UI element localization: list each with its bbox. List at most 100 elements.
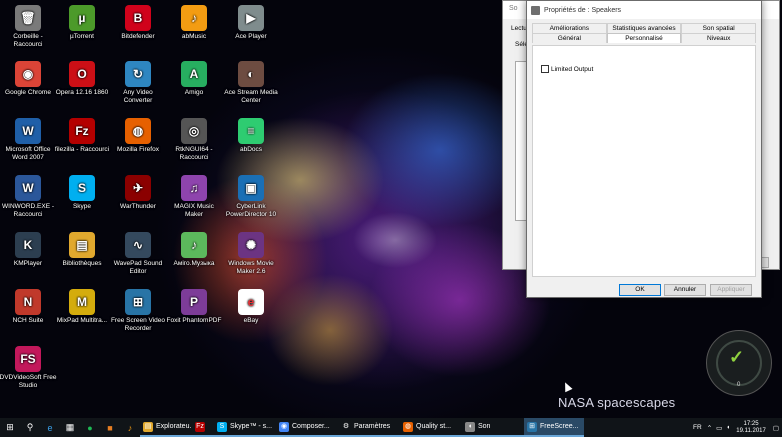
desktop-icon-label: abMusic [181,33,207,40]
desktop-icon[interactable]: ◍ Mozilla Firefox [109,118,167,154]
desktop-icon[interactable]: K KMPlayer [0,232,57,268]
desktop-icon[interactable]: ♪ abMusic [165,5,223,41]
clock-date: 19.11.2017 [736,427,766,434]
dialog-title-bar[interactable]: Propriétés de : Speakers [527,1,761,19]
desktop-icon[interactable]: P Foxit PhantomPDF [165,289,223,325]
taskbar-app-label: Quality st... [416,423,452,430]
desktop-icon[interactable]: ◐ Ace Stream Media Center [222,61,280,105]
desktop-icon[interactable]: ▣ CyberLink PowerDirector 10 [222,175,280,219]
desktop-icon-label: Ace Player [235,33,267,40]
tab-niveaux[interactable]: Niveaux [681,33,757,43]
volume-icon[interactable]: ◖ [724,424,732,431]
desktop-icon-label: Amigo [184,89,204,96]
desktop-icon[interactable]: O Opera 12.16 1860 [53,61,111,97]
desktop-icon[interactable]: ▤ Bibliothèques [53,232,111,268]
desktop-icon-label: Windows Movie Maker 2.6 [228,260,274,275]
desktop-icon[interactable]: N NCH Suite [0,289,57,325]
widget-count: 0 [737,382,741,388]
app-icon: ↻ [125,61,151,87]
desktop-icon[interactable]: M MixPad Multitra... [53,289,111,325]
taskbar-app-label: FreeScree... [540,423,579,430]
limited-output-option[interactable]: Limited Output [541,65,593,73]
app-icon: W [15,175,41,201]
edge-icon: e [47,422,53,433]
desktop-icon[interactable]: ◉ Google Chrome [0,61,57,97]
cancel-button[interactable]: Annuler [664,284,706,296]
desktop-icon-label: Google Chrome [5,89,51,96]
desktop-icon[interactable]: ◎ RtkNGUI64 - Raccourci [165,118,223,162]
desktop-icon[interactable]: ✺ Windows Movie Maker 2.6 [222,232,280,276]
desktop-icon[interactable]: B Bitdefender [109,5,167,41]
desktop-icon[interactable]: ✈ WarThunder [109,175,167,211]
search-button[interactable]: ⚲ [20,418,40,437]
taskbar-app-label: Explorateu... [156,423,192,430]
tab-row-bottom: Général Personnalisé Niveaux [532,33,757,43]
taskbar-app-button[interactable]: ▤ Explorateu... [140,418,192,437]
start-button[interactable]: ⊞ [0,418,20,437]
desktop-icon[interactable]: ⊞ Free Screen Video Recorder [109,289,167,333]
app-icon: Fz [195,421,205,432]
tab-statistiques-avancees[interactable]: Statistiques avancées [606,23,682,33]
tab-ameliorations[interactable]: Améliorations [532,23,607,33]
tab-personnalise[interactable]: Personnalisé [606,33,682,43]
tab-lecture[interactable]: Lectu [511,25,527,32]
desktop-icon[interactable]: Fz filezilla - Raccourci [53,118,111,154]
spotify-button[interactable]: ● [80,418,100,437]
desktop-icon-label: Foxit PhantomPDF [166,317,222,324]
ok-button[interactable]: OK [619,284,661,296]
desktop-icon-label: Mozilla Firefox [117,146,159,153]
taskbar-app-button[interactable]: ◖ Son [462,418,524,437]
dialog-title: Propriétés de : Speakers [544,6,622,14]
desktop-icon[interactable]: 🗑 Corbeille - Raccourci [0,5,57,49]
desktop-icon[interactable]: ♫ MAGIX Music Maker [165,175,223,219]
desktop-icon[interactable]: ≡ abDocs [222,118,280,154]
taskbar-app-button[interactable]: ◍ Quality st... [400,418,462,437]
desktop-icon[interactable]: S Skype [53,175,111,211]
app-icon: ♪ [181,5,207,31]
desktop-icon[interactable]: e eBay [222,289,280,325]
network-icon[interactable]: ▭ [714,424,724,432]
app-icon: ■ [107,422,113,433]
desktop-icon-label: WINWORD.EXE - Raccourci [2,203,54,218]
edge-button[interactable]: e [40,418,60,437]
task-complete-widget[interactable]: ✓ 0 [706,330,772,396]
desktop-icon-label: Bitdefender [121,33,155,40]
tab-general[interactable]: Général [532,33,607,43]
language-indicator[interactable]: FR [690,424,705,431]
desktop-icon[interactable]: ▶ Ace Player [222,5,280,41]
chevron-up-icon[interactable]: ⌃ [705,424,714,432]
app-icon: ◉ [279,421,289,432]
desktop-icon[interactable]: FS DVDVideoSoft Free Studio [0,346,57,390]
desktop-icon[interactable]: A Amigo [165,61,223,97]
taskbar-app-button[interactable]: Fz [192,418,214,437]
desktop-icon-label: NCH Suite [12,317,44,324]
desktop-icon[interactable]: W WINWORD.EXE - Raccourci [0,175,57,219]
clock[interactable]: 17:25 19.11.2017 [732,421,770,435]
pinned-app-button[interactable]: ■ [100,418,120,437]
app-icon: ◍ [403,421,413,432]
desktop-icon[interactable]: ∿ WavePad Sound Editor [109,232,167,276]
store-button[interactable]: ▦ [60,418,80,437]
app-icon: A [181,61,207,87]
desktop-icon-label: Аміго.Музыка [173,260,215,267]
search-icon: ⚲ [26,422,34,432]
wallpaper-caption: NASA spacescapes [558,395,676,410]
desktop-icon[interactable]: µ µTorrent [53,5,111,41]
desktop-icon[interactable]: ♪ Аміго.Музыка [165,232,223,268]
taskbar-app-button[interactable]: ⊞ FreeScree... [524,418,584,437]
desktop-icon-label: WarThunder [120,203,156,210]
taskbar-app-button[interactable]: ◉ Composer... [276,418,338,437]
apply-button[interactable]: Appliquer [710,284,752,296]
desktop-icon-label: Skype [72,203,92,210]
clock-time: 17:25 [743,420,759,427]
taskbar-app-button[interactable]: S Skype™ - s... [214,418,276,437]
music-button[interactable]: ♪ [120,418,140,437]
limited-output-checkbox[interactable] [541,65,549,73]
desktop-icon-label: filezilla - Raccourci [54,146,110,153]
taskbar-app-button[interactable]: ⚙ Paramètres [338,418,400,437]
tab-son-spatial[interactable]: Son spatial [681,23,757,33]
desktop-icon[interactable]: W Microsoft Office Word 2007 [0,118,57,162]
desktop-icon[interactable]: ↻ Any Video Converter [109,61,167,105]
notifications-icon[interactable]: ▢ [770,424,782,432]
app-icon: ◐ [238,61,264,87]
